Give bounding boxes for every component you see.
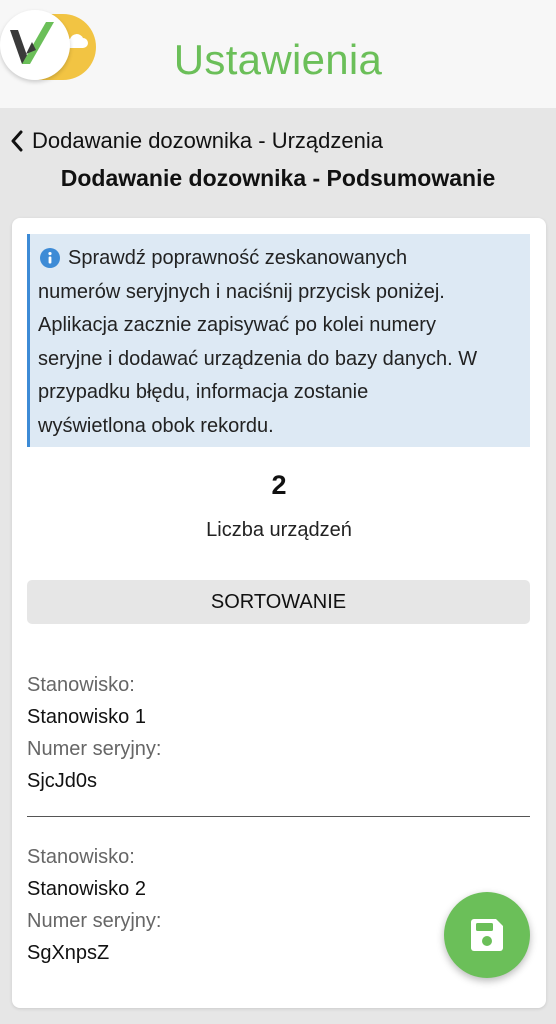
info-box: Sprawdź poprawność zeskanowanych numerów… [27,234,530,447]
station-value: Stanowisko 1 [27,706,146,728]
device-count: 2 [271,470,287,500]
info-line: numerów seryjnych i naciśnij przycisk po… [38,280,445,303]
sort-button[interactable]: SORTOWANIE [27,580,530,624]
info-text: Sprawdź poprawność zeskanowanych numerów… [38,242,520,443]
station-value: Stanowisko 2 [27,878,146,900]
header-title: Ustawienia [173,36,383,83]
info-line: Sprawdź poprawność zeskanowanych [68,247,408,269]
info-icon [40,248,60,268]
station-label: Stanowisko: [27,846,135,868]
summary-card: Sprawdź poprawność zeskanowanych numerów… [12,218,546,1008]
info-line: wyświetlona obok rekordu. [38,414,274,437]
divider [27,816,530,817]
back-link-label: Dodawanie dozownika - Urządzenia [32,128,383,153]
serial-value: SjcJd0s [27,770,98,792]
app-header: Ustawienia [0,0,556,108]
back-link[interactable]: Dodawanie dozownika - Urządzenia [10,126,383,156]
serial-label: Numer seryjny: [27,738,162,760]
info-line: przypadku błędu, informacja zostanie [38,381,369,403]
save-icon [471,919,503,951]
save-button[interactable] [444,892,530,978]
chevron-left-icon [11,130,23,152]
page-title: Dodawanie dozownika - Podsumowanie [60,165,496,191]
list-item: Stanowisko: Stanowisko 1 Numer seryjny: … [27,669,530,797]
info-line: Aplikacja zacznie zapisywać po kolei num… [38,314,436,336]
device-count-label: Liczba urządzeń [206,519,352,541]
station-label: Stanowisko: [27,674,135,696]
info-line: seryjne i dodawać urządzenia do bazy dan… [38,347,478,370]
